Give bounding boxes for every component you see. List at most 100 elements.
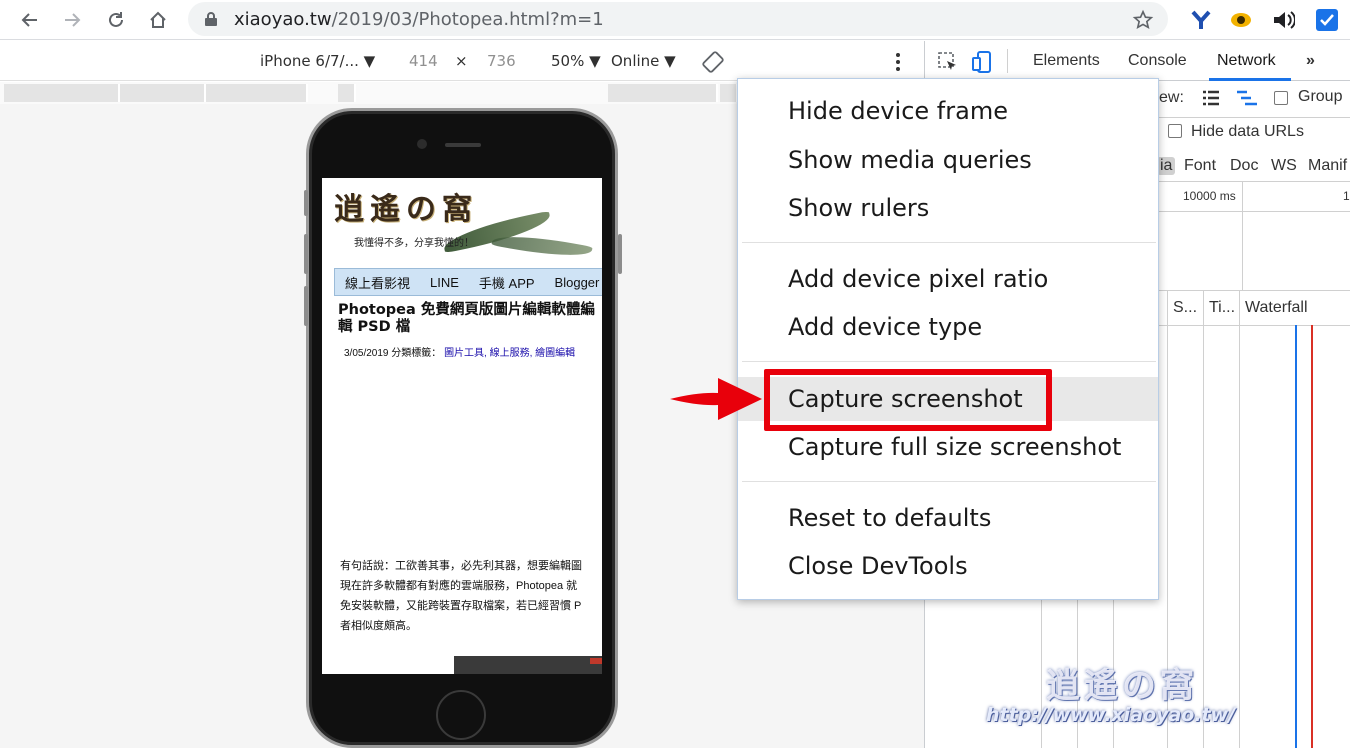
network-throttle-select[interactable]: Online ▼: [611, 52, 676, 70]
browser-toolbar: xiaoyao.tw/2019/03/Photopea.html?m=1: [0, 0, 1350, 40]
arrow-right-icon: [65, 13, 81, 27]
divider: [1007, 49, 1008, 73]
watermark-url: http://www.xiaoyao.tw/: [986, 704, 1236, 726]
menu-item-hide-device-frame[interactable]: Hide device frame: [738, 89, 1158, 133]
active-tab-indicator: [1209, 78, 1291, 81]
timeline-tick: 1: [1343, 189, 1350, 203]
menu-item-close-devtools[interactable]: Close DevTools: [738, 544, 1158, 588]
site-header: 逍遙の窩 我懂得不多，分享我懂的！: [322, 178, 602, 266]
eye-extension-icon[interactable]: [1228, 7, 1254, 33]
dimension-separator: ×: [455, 52, 468, 70]
phone-power-button: [618, 234, 622, 274]
back-button[interactable]: [16, 6, 44, 34]
nav-link[interactable]: 手機 APP: [469, 273, 545, 292]
media-query-segment[interactable]: [720, 84, 738, 102]
waterfall-view-icon[interactable]: [1235, 89, 1259, 107]
tabs-overflow-button[interactable]: »: [1306, 52, 1315, 70]
reload-button[interactable]: [102, 6, 130, 34]
checkmark-extension-icon[interactable]: [1314, 7, 1340, 33]
star-icon[interactable]: [1132, 9, 1154, 31]
column-status[interactable]: S...: [1173, 299, 1197, 317]
zoom-select[interactable]: 50% ▼: [551, 52, 601, 70]
home-icon: [150, 11, 166, 28]
load-event-line: [1311, 325, 1313, 748]
post-tags[interactable]: 圖片工具, 線上服務, 繪圖編輯: [444, 348, 575, 359]
filter-media[interactable]: ia: [1157, 157, 1176, 175]
home-button[interactable]: [144, 6, 172, 34]
post-body-line: 者相似度頗高。: [340, 620, 417, 632]
filter-font[interactable]: Font: [1184, 157, 1216, 175]
menu-item-show-media-queries[interactable]: Show media queries: [738, 138, 1158, 182]
dom-content-loaded-line: [1295, 325, 1297, 748]
red-arrow-icon: [670, 378, 762, 420]
menu-item-capture-full-size-screenshot[interactable]: Capture full size screenshot: [738, 425, 1158, 469]
filter-doc[interactable]: Doc: [1230, 157, 1258, 175]
hide-data-urls-label: Hide data URLs: [1191, 123, 1304, 140]
media-query-segment[interactable]: [120, 84, 206, 102]
devtools-tabbar: Elements Console Network »: [925, 41, 1350, 81]
list-view-icon[interactable]: [1201, 89, 1221, 107]
phone-mute-button: [304, 190, 308, 216]
more-options-icon[interactable]: [893, 51, 903, 73]
menu-item-add-device-pixel-ratio[interactable]: Add device pixel ratio: [738, 257, 1158, 301]
group-label: Group: [1298, 88, 1343, 105]
post-title[interactable]: Photopea 免費網頁版圖片編輯軟體編輯 PSD 檔: [338, 302, 600, 336]
media-query-segment[interactable]: [4, 84, 120, 102]
width-input[interactable]: 414: [409, 52, 438, 70]
tab-network[interactable]: Network: [1217, 52, 1276, 70]
earpiece: [445, 143, 481, 147]
post-date: 3/05/2019: [344, 348, 389, 359]
media-query-segment[interactable]: [206, 84, 308, 102]
post-body-line: 現在許多軟體都有對應的雲端服務，Photopea 就: [340, 580, 578, 592]
post-body-line: 免安裝軟體，又能跨裝置存取檔案，若已經習慣 P: [340, 600, 582, 612]
extension-y-icon[interactable]: [1188, 7, 1214, 33]
embedded-screenshot-image: [454, 656, 602, 674]
filter-ws[interactable]: WS: [1271, 157, 1297, 175]
phone-volume-up: [304, 234, 308, 274]
media-query-segment[interactable]: [338, 84, 356, 102]
device-options-menu: Hide device frame Show media queries Sho…: [737, 78, 1159, 600]
camera-icon: [417, 139, 427, 149]
phone-volume-down: [304, 286, 308, 326]
phone-home-button: [436, 690, 486, 740]
media-query-segment[interactable]: [608, 84, 718, 102]
speaker-icon[interactable]: [1270, 7, 1296, 33]
timeline-tick: 10000 ms: [1183, 189, 1236, 203]
post-body-line: 有句話說：工欲善其事，必先利其器，想要編輯圖: [340, 560, 582, 572]
site-tagline: 我懂得不多，分享我懂的！: [354, 238, 474, 249]
column-time[interactable]: Ti...: [1209, 299, 1235, 317]
highlight-box: [764, 369, 1052, 431]
address-bar[interactable]: xiaoyao.tw/2019/03/Photopea.html?m=1: [188, 2, 1168, 36]
hide-data-urls-checkbox[interactable]: [1168, 124, 1182, 138]
inspect-element-icon[interactable]: [937, 51, 959, 73]
tab-console[interactable]: Console: [1128, 52, 1187, 70]
site-logo[interactable]: 逍遙の窩: [334, 184, 478, 228]
forward-button[interactable]: [58, 6, 86, 34]
site-nav: 線上看影視 LINE 手機 APP Blogger: [334, 268, 602, 296]
view-label: ew:: [1159, 89, 1184, 106]
reload-icon: [109, 12, 123, 27]
device-toggle-icon[interactable]: [971, 50, 993, 74]
post-tag-label: 分類標籤：: [391, 348, 442, 359]
menu-item-reset-to-defaults[interactable]: Reset to defaults: [738, 496, 1158, 540]
nav-link[interactable]: Blogger: [545, 275, 602, 290]
rotate-icon[interactable]: [702, 51, 724, 73]
tab-elements[interactable]: Elements: [1033, 52, 1100, 70]
column-waterfall[interactable]: Waterfall: [1245, 299, 1308, 317]
watermark-logo: 逍遙の窩: [1046, 666, 1198, 706]
nav-link[interactable]: LINE: [420, 275, 469, 290]
post-meta: 3/05/2019 分類標籤： 圖片工具, 線上服務, 繪圖編輯: [344, 344, 575, 359]
post-body: 有句話說：工欲善其事，必先利其器，想要編輯圖 現在許多軟體都有對應的雲端服務，P…: [340, 556, 602, 636]
height-input[interactable]: 736: [487, 52, 516, 70]
device-select[interactable]: iPhone 6/7/... ▼: [260, 52, 375, 70]
menu-separator: [742, 481, 1156, 482]
arrow-left-icon: [21, 13, 37, 27]
nav-link[interactable]: 線上看影視: [335, 273, 420, 292]
menu-item-show-rulers[interactable]: Show rulers: [738, 186, 1158, 230]
timeline-gridline: [1242, 182, 1243, 290]
filter-manifest[interactable]: Manif: [1308, 157, 1347, 175]
menu-separator: [742, 361, 1156, 362]
mobile-page[interactable]: 逍遙の窩 我懂得不多，分享我懂的！ 線上看影視 LINE 手機 APP Blog…: [322, 178, 602, 674]
group-by-frame-checkbox[interactable]: [1274, 91, 1288, 105]
menu-item-add-device-type[interactable]: Add device type: [738, 305, 1158, 349]
